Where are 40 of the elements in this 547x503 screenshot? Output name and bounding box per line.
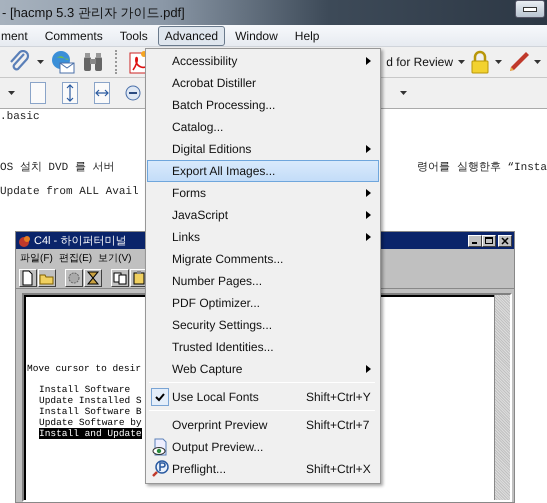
- menu-item[interactable]: JavaScript: [147, 204, 379, 226]
- menu-item[interactable]: Links: [147, 226, 379, 248]
- menu-item[interactable]: Number Pages...: [147, 270, 379, 292]
- document-text: .basic: [0, 111, 40, 123]
- menu-item[interactable]: 편집(E): [58, 251, 92, 265]
- menu-item[interactable]: Digital Editions: [147, 138, 379, 160]
- menu-item[interactable]: Tools: [112, 26, 155, 46]
- menu-item[interactable]: PDF Optimizer...: [147, 292, 379, 314]
- menu-item[interactable]: Preflight... Shift+Ctrl+X: [147, 458, 379, 480]
- terminal-line: Update Software by: [39, 417, 142, 428]
- menu-item[interactable]: Window: [228, 26, 285, 46]
- menu-item[interactable]: Web Capture: [147, 358, 379, 380]
- terminal-line: Install Software B: [39, 406, 142, 417]
- menu-item[interactable]: Migrate Comments...: [147, 248, 379, 270]
- menu-item[interactable]: Overprint Preview Shift+Ctrl+7: [147, 414, 379, 436]
- menu-item[interactable]: Advanced: [158, 26, 226, 46]
- menu-item[interactable]: Output Preview...: [147, 436, 379, 458]
- document-text: Update from ALL Avail: [0, 186, 139, 198]
- terminal-line: Update Installed S: [39, 395, 142, 406]
- menu-item[interactable]: ment: [0, 26, 35, 46]
- menu-item[interactable]: Acrobat Distiller: [147, 72, 379, 94]
- terminal-line: Install Software: [39, 384, 130, 395]
- menu-item[interactable]: Forms: [147, 182, 379, 204]
- window-title: - [hacmp 5.3 관리자 가이드.pdf]: [1, 4, 185, 22]
- menu-item[interactable]: 파일(F): [20, 251, 53, 265]
- document-text: 령어를 실행한후 “Insta: [417, 160, 547, 174]
- menu-item[interactable]: Batch Processing...: [147, 94, 379, 116]
- menu-item[interactable]: Trusted Identities...: [147, 336, 379, 358]
- menu-item[interactable]: Accessibility: [147, 50, 379, 72]
- menu-item[interactable]: Comments: [38, 26, 110, 46]
- document-text: OS 설치 DVD 를 서버: [0, 160, 114, 174]
- menu-item[interactable]: 보기(V): [98, 251, 132, 265]
- menu-item[interactable]: Use Local Fonts Shift+Ctrl+Y: [147, 386, 379, 408]
- menu-item[interactable]: Export All Images...: [147, 160, 379, 182]
- menu-item[interactable]: Help: [288, 26, 326, 46]
- menu-item[interactable]: Security Settings...: [147, 314, 379, 336]
- menu-item[interactable]: Catalog...: [147, 116, 379, 138]
- window-title: C4l - 하이퍼터미널: [34, 234, 126, 248]
- terminal-line: Move cursor to desir: [27, 363, 142, 374]
- send-for-review-button[interactable]: d for Review: [382, 55, 453, 69]
